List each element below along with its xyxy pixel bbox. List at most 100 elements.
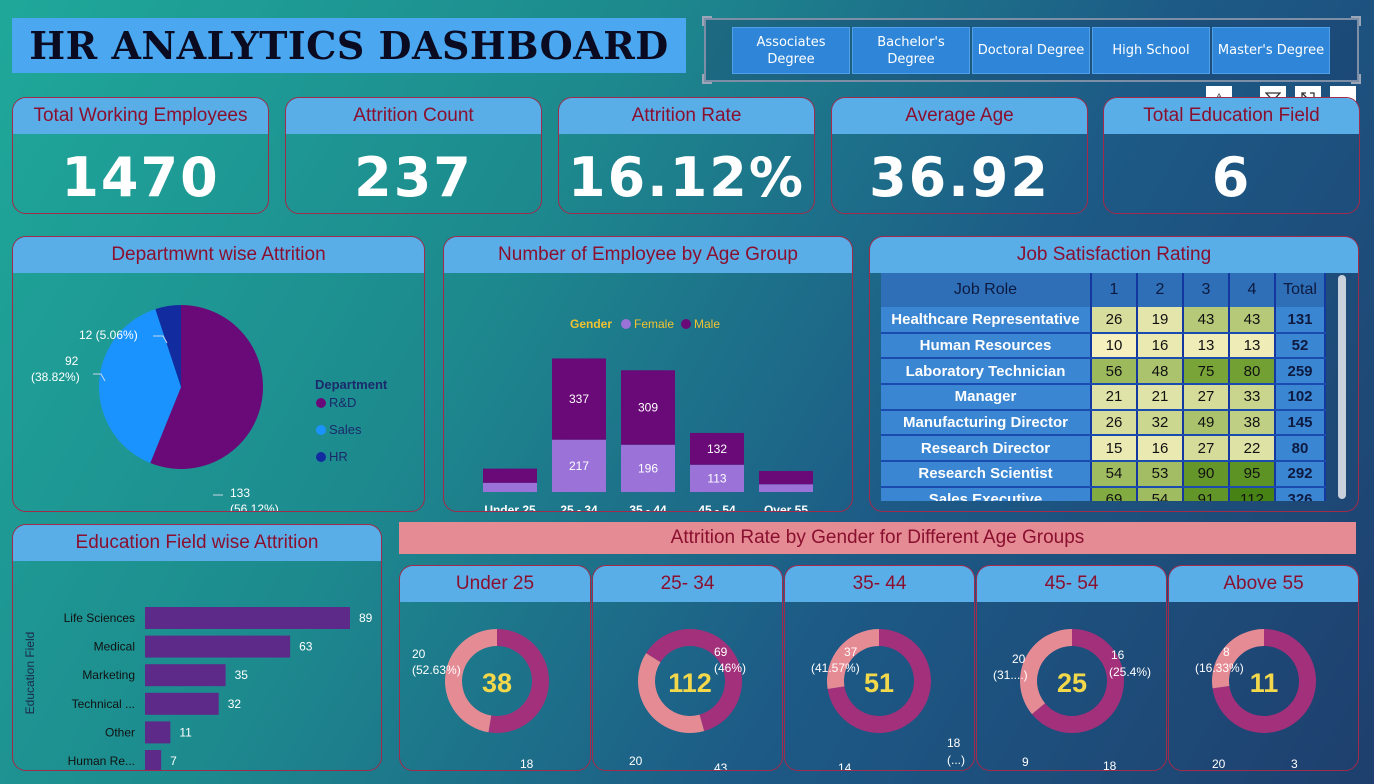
rating-cell: 26 — [1091, 307, 1138, 334]
gender-age-banner: Attrition Rate by Gender for Different A… — [399, 522, 1356, 554]
rating-cell: 27 — [1183, 384, 1230, 411]
rating-cell: 22 — [1229, 435, 1276, 463]
data-label: 18 — [1103, 759, 1117, 771]
slicer-option-doctoral[interactable]: Doctoral Degree — [972, 27, 1090, 74]
legend-title: Department — [315, 377, 388, 392]
rating-cell: 15 — [1091, 435, 1138, 463]
rating-cell: 91 — [1183, 486, 1230, 501]
column-header[interactable]: Total — [1275, 273, 1326, 307]
slicer-option-masters[interactable]: Master's Degree — [1212, 27, 1330, 74]
table-row[interactable]: Human Resources 10 16 13 13 52 — [881, 332, 1326, 360]
total-cell: 292 — [1275, 461, 1326, 488]
column-header[interactable]: 1 — [1091, 273, 1138, 307]
data-label: 18 — [947, 736, 961, 750]
rating-cell: 21 — [1137, 384, 1184, 411]
data-label: (52.63%) — [412, 663, 461, 677]
data-label: (38.82%) — [31, 370, 80, 384]
card-title: 25- 34 — [593, 566, 782, 602]
bar-female — [483, 482, 537, 492]
bar — [145, 635, 291, 658]
job-role-cell: Human Resources — [881, 332, 1092, 360]
education-field-bar-chart: Education Field Life Sciences 89 Medical 63 M… — [23, 607, 373, 770]
bar — [145, 692, 219, 715]
column-header[interactable]: 3 — [1183, 273, 1230, 307]
bar-female — [759, 484, 813, 492]
rating-cell: 69 — [1091, 486, 1138, 501]
rating-cell: 49 — [1183, 409, 1230, 437]
card-title: Education Field wise Attrition — [13, 525, 381, 561]
rating-cell: 27 — [1183, 435, 1230, 463]
donut-chart-25-34: 11220(13....)69(46%)43(28.67%) — [629, 629, 746, 770]
card-title: Above 55 — [1169, 566, 1358, 602]
y-tick-label: Other — [105, 725, 135, 739]
data-label: 14 — [838, 761, 852, 771]
kpi-label: Total Working Employees — [13, 98, 268, 134]
bar — [145, 607, 350, 629]
y-tick-label: Marketing — [82, 668, 135, 682]
data-label: 32 — [228, 697, 242, 711]
table-row[interactable]: Laboratory Technician 56 48 75 80 259 — [881, 358, 1326, 386]
table-row[interactable]: Manufacturing Director 26 32 49 38 145 — [881, 409, 1326, 437]
table-row[interactable]: Sales Executive 69 54 91 112 326 — [881, 486, 1326, 501]
x-tick-label: Under 25 — [484, 503, 536, 512]
rating-cell: 32 — [1137, 409, 1184, 437]
education-field-card: Education Field wise Attrition Education… — [12, 524, 382, 771]
rating-cell: 43 — [1229, 307, 1276, 334]
data-label: 133 — [230, 486, 250, 500]
table-row[interactable]: Manager 21 21 27 33 102 — [881, 384, 1326, 411]
table-row[interactable]: Healthcare Representative 26 19 43 43 131 — [881, 307, 1326, 334]
legend-marker — [316, 452, 326, 462]
donut-card-above-55: Above 55 118(16.33%)20(40.8...)3(6.12%) — [1168, 565, 1359, 771]
matrix-scrollbar[interactable] — [1338, 275, 1346, 499]
column-header[interactable]: 2 — [1137, 273, 1184, 307]
column-header[interactable]: Job Role — [881, 273, 1092, 307]
data-label: 18 — [520, 757, 534, 771]
job-role-cell: Research Director — [881, 435, 1092, 463]
rating-cell: 10 — [1091, 332, 1138, 360]
donut-chart-above-55: 118(16.33%)20(40.8...)3(6.12%) — [1195, 629, 1316, 771]
slicer-option-associates[interactable]: Associates Degree — [732, 27, 850, 74]
kpi-value: 237 — [354, 146, 473, 209]
card-title: 45- 54 — [977, 566, 1166, 602]
y-tick-label: Medical — [94, 640, 135, 654]
legend-label: R&D — [329, 395, 356, 410]
x-tick-label: 45 - 54 — [698, 503, 736, 512]
donut-chart-under-25: 3820(52.63%)18(47.3...) — [412, 629, 549, 771]
data-label: 9 — [1022, 755, 1029, 769]
data-label: 132 — [707, 442, 727, 456]
data-label: 113 — [707, 471, 726, 485]
rating-cell: 33 — [1229, 384, 1276, 411]
data-label: 12 (5.06%) — [79, 328, 138, 342]
total-cell: 102 — [1275, 384, 1326, 411]
table-row[interactable]: Research Director 15 16 27 22 80 — [881, 435, 1326, 463]
data-label: (31....) — [993, 668, 1028, 682]
dashboard-title-box: HR ANALYTICS DASHBOARD — [12, 18, 686, 73]
rating-cell: 75 — [1183, 358, 1230, 386]
data-label: 11 — [179, 725, 192, 739]
slicer-option-bachelors[interactable]: Bachelor's Degree — [852, 27, 970, 74]
data-label: (16.33%) — [1195, 661, 1244, 675]
data-label: 69 — [714, 645, 728, 659]
card-title: Job Satisfaction Rating — [870, 237, 1358, 273]
job-satisfaction-matrix[interactable]: Job Role 1 2 3 4 Total Healthcare Repres… — [881, 273, 1331, 501]
kpi-label: Attrition Rate — [559, 98, 814, 134]
donut-card-under-25: Under 25 3820(52.63%)18(47.3...) — [399, 565, 591, 771]
card-title: Under 25 — [400, 566, 590, 602]
slicer-option-high-school[interactable]: High School — [1092, 27, 1210, 74]
bar — [145, 750, 162, 770]
rating-cell: 56 — [1091, 358, 1138, 386]
kpi-value: 36.92 — [869, 146, 1050, 209]
legend-marker — [681, 319, 691, 329]
rating-cell: 80 — [1229, 358, 1276, 386]
data-label: 217 — [569, 459, 589, 473]
donut-card-35-44: 35- 44 5137(41.57%)14(15.73%)18(...) — [784, 565, 975, 771]
dashboard-title: HR ANALYTICS DASHBOARD — [29, 23, 669, 68]
table-row[interactable]: Research Scientist 54 53 90 95 292 — [881, 461, 1326, 488]
card-title: Departmwnt wise Attrition — [13, 237, 424, 273]
data-label: 20 — [1212, 757, 1226, 771]
data-label: 337 — [569, 392, 589, 406]
legend-marker — [316, 398, 326, 408]
column-header[interactable]: 4 — [1229, 273, 1276, 307]
legend-label: Sales — [329, 422, 362, 437]
rating-cell: 26 — [1091, 409, 1138, 437]
